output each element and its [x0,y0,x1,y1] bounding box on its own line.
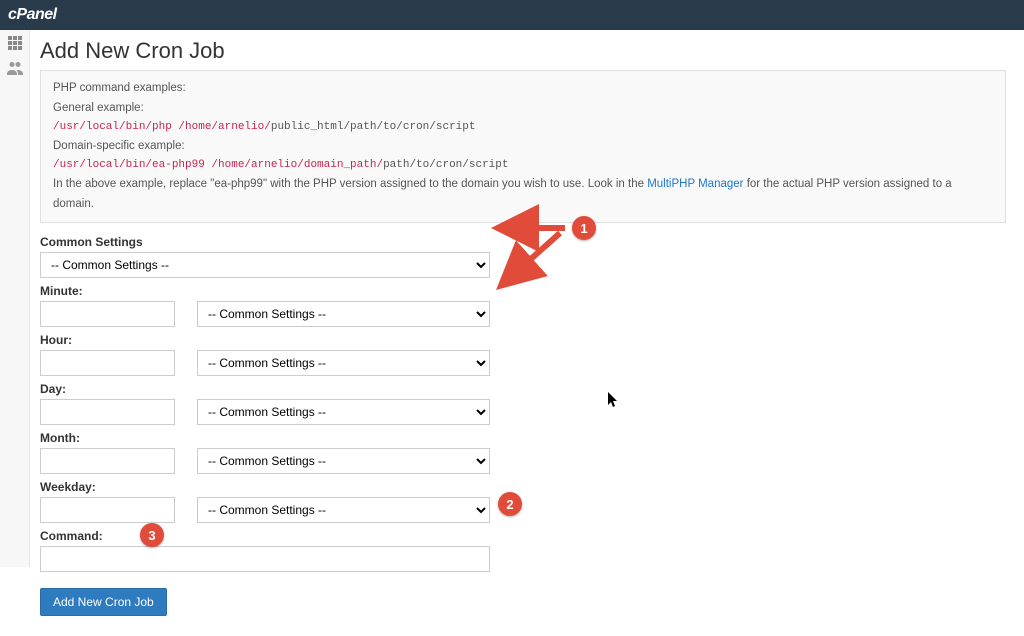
page-title: Add New Cron Job [40,38,1006,64]
domain-example-code: /usr/local/bin/ea-php99 /home/arnelio/do… [53,156,993,175]
cpanel-logo: cPanel [8,6,57,24]
hour-select[interactable]: -- Common Settings -- [197,350,490,376]
weekday-input[interactable] [40,497,175,523]
month-select[interactable]: -- Common Settings -- [197,448,490,474]
minute-select[interactable]: -- Common Settings -- [197,301,490,327]
month-label: Month: [40,431,1006,445]
hour-input[interactable] [40,350,175,376]
general-example-label: General example: [53,99,993,119]
minute-label: Minute: [40,284,1006,298]
month-group: Month: -- Common Settings -- [40,431,1006,474]
top-bar: cPanel [0,0,1024,30]
hour-group: Hour: -- Common Settings -- [40,333,1006,376]
examples-box: PHP command examples: General example: /… [40,70,1006,223]
command-label: Command: [40,529,1006,543]
examples-intro: PHP command examples: [53,79,993,99]
minute-group: Minute: -- Common Settings -- [40,284,1006,327]
users-icon[interactable] [0,56,30,82]
common-settings-group: Common Settings -- Common Settings -- [40,235,1006,278]
weekday-select[interactable]: -- Common Settings -- [197,497,490,523]
multiphp-link[interactable]: MultiPHP Manager [647,178,743,190]
command-group: Command: [40,529,1006,572]
weekday-label: Weekday: [40,480,1006,494]
day-select[interactable]: -- Common Settings -- [197,399,490,425]
day-group: Day: -- Common Settings -- [40,382,1006,425]
examples-note: In the above example, replace "ea-php99"… [53,175,993,214]
common-settings-select[interactable]: -- Common Settings -- [40,252,490,278]
command-input[interactable] [40,546,490,572]
hour-label: Hour: [40,333,1006,347]
sidebar [0,30,30,567]
minute-input[interactable] [40,301,175,327]
month-input[interactable] [40,448,175,474]
domain-example-label: Domain-specific example: [53,137,993,157]
add-cron-button[interactable]: Add New Cron Job [40,588,167,616]
main-content: Add New Cron Job PHP command examples: G… [30,30,1024,636]
common-settings-label: Common Settings [40,235,1006,249]
weekday-group: Weekday: -- Common Settings -- [40,480,1006,523]
day-input[interactable] [40,399,175,425]
apps-icon[interactable] [0,30,30,56]
general-example-code: /usr/local/bin/php /home/arnelio/public_… [53,118,993,137]
day-label: Day: [40,382,1006,396]
